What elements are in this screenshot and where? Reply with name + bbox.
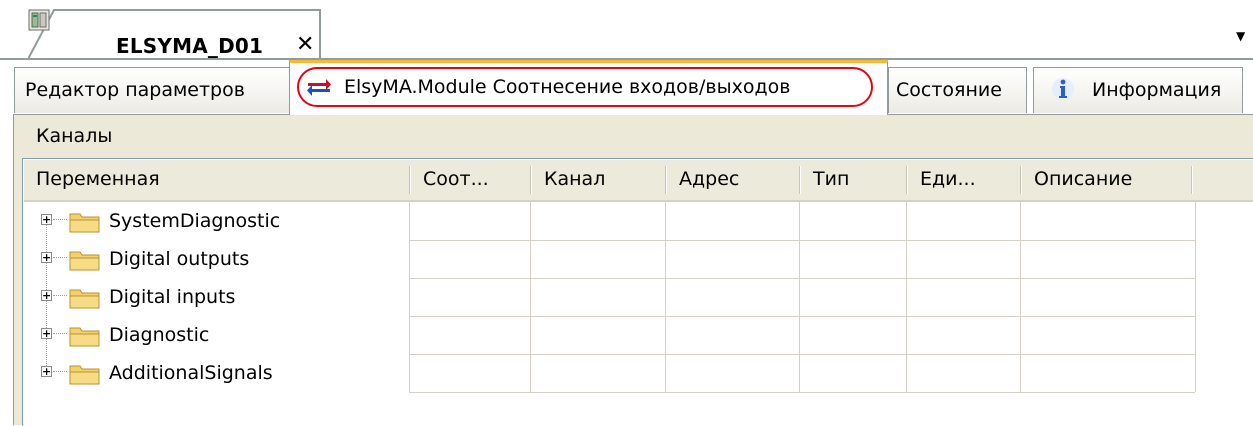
- io-mapping-icon: [307, 79, 331, 96]
- grid-line: [409, 392, 1195, 393]
- close-icon[interactable]: ✕: [296, 33, 314, 57]
- tree-row-label: Digital outputs: [109, 248, 250, 270]
- expand-icon[interactable]: +: [41, 252, 52, 263]
- tree-connector: [53, 333, 67, 335]
- channels-panel: Каналы Переменная Соот... Канал Адрес Ти…: [13, 114, 1253, 426]
- tab-status[interactable]: Состояние: [888, 67, 1027, 113]
- grid-line: [409, 278, 1195, 279]
- column-separator[interactable]: [1191, 166, 1193, 194]
- grid-line: [530, 202, 531, 392]
- folder-icon: [69, 213, 100, 233]
- grid-line: [1195, 202, 1196, 392]
- tree-row-label: Diagnostic: [109, 324, 210, 346]
- tree-row[interactable]: + Digital outputs: [23, 240, 418, 278]
- column-header-mapping[interactable]: Соот...: [411, 160, 529, 200]
- tab-label: ElsyMA.Module Соотнесение входов/выходов: [344, 76, 791, 98]
- document-tab-strip: ELSYMA_D01 ✕ ▼: [0, 0, 1253, 60]
- expand-icon[interactable]: +: [41, 290, 52, 301]
- expand-icon[interactable]: +: [41, 366, 52, 377]
- folder-icon: [69, 365, 100, 385]
- tree-row[interactable]: + AdditionalSignals: [23, 354, 418, 392]
- tree-row[interactable]: + Digital inputs: [23, 278, 418, 316]
- tree-connector: [53, 257, 67, 259]
- column-header-channel[interactable]: Канал: [532, 160, 664, 200]
- grid-line: [409, 316, 1195, 317]
- tree-row-label: Digital inputs: [109, 286, 236, 308]
- document-tab-title: ELSYMA_D01: [116, 34, 264, 58]
- column-header-address[interactable]: Адрес: [667, 160, 798, 200]
- document-tab[interactable]: ELSYMA_D01 ✕: [28, 9, 321, 60]
- tree-row-label: AdditionalSignals: [109, 362, 273, 384]
- tree-row[interactable]: + SystemDiagnostic: [23, 202, 418, 240]
- tab-parameter-editor[interactable]: Редактор параметров: [14, 67, 290, 113]
- expand-icon[interactable]: +: [41, 328, 52, 339]
- tab-io-mapping[interactable]: ElsyMA.Module Соотнесение входов/выходов: [289, 60, 888, 115]
- column-header-type[interactable]: Тип: [801, 160, 905, 200]
- section-title: Каналы: [36, 125, 113, 147]
- grid-line: [409, 240, 1195, 241]
- folder-icon: [69, 289, 100, 309]
- tree-connector: [53, 295, 67, 297]
- grid-line: [665, 202, 666, 392]
- tab-label: Информация: [1092, 79, 1222, 101]
- channels-grid: Переменная Соот... Канал Адрес Тип Еди..…: [22, 158, 1253, 426]
- grid-line: [1020, 202, 1021, 392]
- tab-label: Редактор параметров: [25, 79, 245, 101]
- info-icon: [1052, 78, 1074, 100]
- grid-line: [409, 354, 1195, 355]
- column-header-description[interactable]: Описание: [1022, 160, 1190, 200]
- folder-icon: [69, 251, 100, 271]
- tab-information[interactable]: Информация: [1033, 67, 1243, 113]
- expand-icon[interactable]: +: [41, 214, 52, 225]
- folder-icon: [69, 327, 100, 347]
- tree-row[interactable]: + Diagnostic: [23, 316, 418, 354]
- tab-label: Состояние: [896, 79, 1002, 101]
- grid-line: [906, 202, 907, 392]
- grid-header: Переменная Соот... Канал Адрес Тип Еди..…: [24, 160, 1253, 202]
- tree-connector: [53, 219, 67, 221]
- chevron-down-icon[interactable]: ▼: [1236, 30, 1245, 42]
- tree-row-label: SystemDiagnostic: [109, 210, 281, 232]
- column-header-unit[interactable]: Еди...: [908, 160, 1020, 200]
- editor-tab-row: Редактор параметров Состояние Информация…: [0, 60, 1253, 115]
- device-icon: [28, 9, 50, 31]
- column-header-variable[interactable]: Переменная: [24, 160, 409, 200]
- tree-connector: [53, 371, 67, 373]
- grid-line: [799, 202, 800, 392]
